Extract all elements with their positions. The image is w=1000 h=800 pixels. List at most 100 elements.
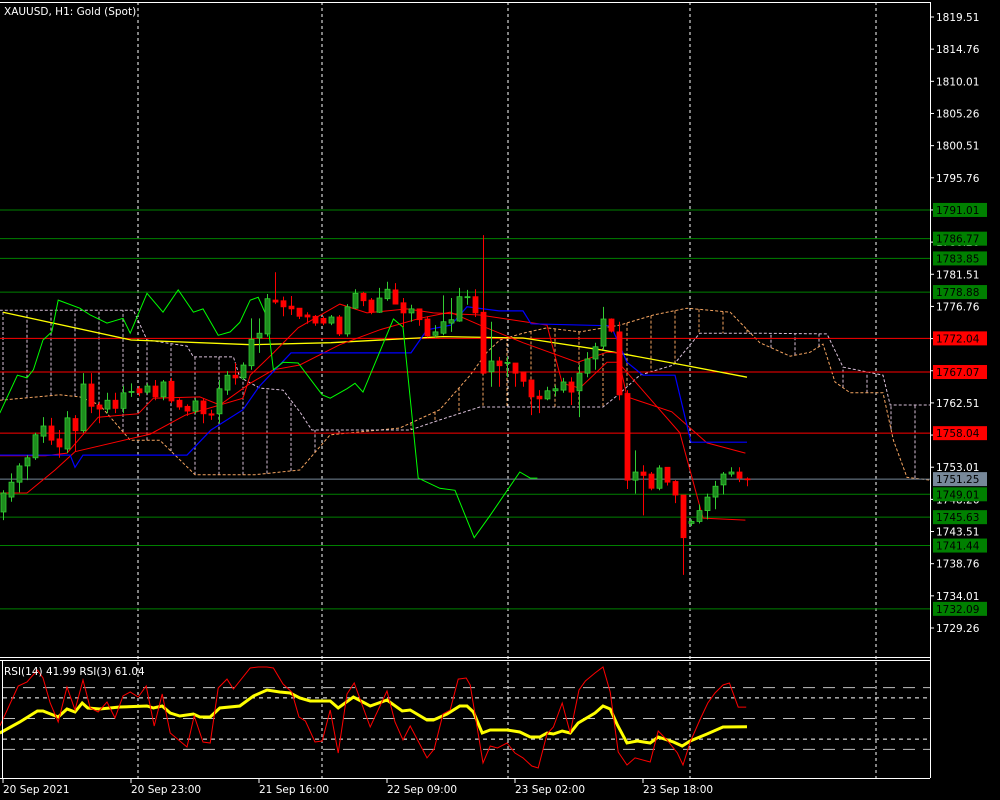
candle-bearish [112, 399, 119, 409]
candle-bullish [160, 381, 167, 398]
rsi-label: RSI(14) 41.99 RSI(3) 61.04 [4, 666, 145, 678]
price-level-label: 1767.07 [936, 367, 979, 379]
candle-bullish [704, 496, 711, 512]
candle-bearish [672, 481, 679, 496]
candle-bearish [272, 299, 279, 303]
time-axis-label: 20 Sep 23:00 [131, 784, 201, 796]
candle-bearish [136, 388, 143, 394]
candle-bearish [480, 311, 487, 374]
price-axis-label: 1819.51 [936, 12, 979, 24]
candle-bullish [560, 381, 567, 391]
candle-bearish [528, 379, 535, 398]
candle-bullish [224, 374, 231, 391]
price-axis-label: 1762.51 [936, 398, 979, 410]
price-level-label: 1749.01 [936, 489, 979, 501]
candle-bearish [744, 478, 751, 481]
candle-bearish [648, 473, 655, 489]
price-axis-label: 1805.26 [936, 108, 980, 120]
candle-bearish [568, 381, 575, 393]
candle-bearish [536, 395, 543, 400]
candle-bullish [384, 288, 391, 300]
candle-bearish [152, 385, 159, 398]
candle-bearish [336, 316, 343, 335]
candle-bullish [144, 385, 151, 393]
candle-bearish [320, 317, 327, 324]
candle-bearish [400, 302, 407, 314]
candle-bearish [304, 314, 311, 318]
candle-bearish [48, 425, 55, 441]
candle-bearish [520, 371, 527, 382]
candle-bearish [280, 300, 287, 308]
candle-bearish [168, 380, 175, 402]
candle-bullish [344, 306, 351, 335]
trading-chart[interactable]: 100.0080.0070.0050.0030.0020.000.00 1819… [0, 0, 1000, 800]
candle-bullish [456, 296, 463, 322]
candle-bearish [176, 399, 183, 408]
candle-bullish [720, 473, 727, 486]
candle-bullish [688, 521, 695, 524]
time-axis-label: 23 Sep 18:00 [643, 784, 713, 796]
price-level-label: 1751.25 [936, 474, 979, 486]
candle-bearish [88, 383, 95, 407]
candle-bearish [56, 438, 63, 448]
price-level-label: 1741.44 [936, 541, 980, 553]
candle-bullish [712, 485, 719, 498]
candle-bullish [504, 361, 511, 364]
candle-bearish [624, 393, 631, 481]
candle-bullish [328, 316, 335, 324]
candle-bullish [216, 388, 223, 415]
candle-bullish [728, 471, 735, 475]
price-axis-label: 1800.51 [936, 141, 979, 153]
candle-bullish [696, 510, 703, 522]
candle-bearish [360, 292, 367, 302]
candle-bullish [24, 457, 31, 467]
candle-bearish [472, 296, 479, 314]
candle-bullish [80, 383, 87, 432]
candle-bullish [104, 399, 111, 410]
candle-bullish [592, 346, 599, 360]
candle-bearish [424, 318, 431, 337]
candle-bearish [512, 362, 519, 374]
candle-bearish [96, 404, 103, 410]
candle-bullish [248, 338, 255, 367]
price-axis-label: 1795.76 [936, 173, 980, 185]
candle-bullish [488, 360, 495, 373]
candle-bullish [192, 400, 199, 412]
candle-bullish [128, 391, 135, 393]
chart-background [0, 0, 1000, 800]
price-axis-label: 1743.51 [936, 527, 979, 539]
candle-bullish [464, 296, 471, 299]
candle-bullish [544, 390, 551, 400]
candle-bullish [256, 332, 263, 339]
candle-bearish [296, 307, 303, 317]
candle-bearish [288, 305, 295, 310]
price-level-label: 1791.01 [936, 205, 979, 217]
candle-bearish [416, 308, 423, 321]
price-axis-label: 1781.51 [936, 269, 979, 281]
candle-bullish [432, 331, 439, 336]
candle-bullish [656, 467, 663, 489]
time-axis-label: 23 Sep 02:00 [515, 784, 585, 796]
price-level-label: 1745.63 [936, 512, 979, 524]
candle-bullish [120, 392, 127, 409]
candle-bullish [32, 434, 39, 459]
candle-bullish [632, 471, 639, 481]
candle-bearish [664, 466, 671, 483]
candle-bearish [200, 400, 207, 415]
candle-bearish [736, 471, 743, 479]
time-axis-label: 21 Sep 16:00 [259, 784, 329, 796]
candle-bullish [64, 417, 71, 450]
price-axis-label: 1776.76 [936, 301, 980, 313]
candle-bullish [240, 364, 247, 379]
candle-bearish [496, 360, 503, 367]
candle-bearish [232, 374, 239, 379]
candle-bullish [264, 298, 271, 335]
candle-bearish [616, 331, 623, 396]
time-axis-label: 22 Sep 09:00 [387, 784, 457, 796]
candle-bearish [640, 471, 647, 476]
candle-bullish [552, 388, 559, 392]
candle-bullish [448, 319, 455, 324]
candle-bullish [352, 292, 359, 309]
chart-title: XAUUSD, H1: Gold (Spot) [4, 6, 136, 18]
candle-bullish [600, 318, 607, 347]
